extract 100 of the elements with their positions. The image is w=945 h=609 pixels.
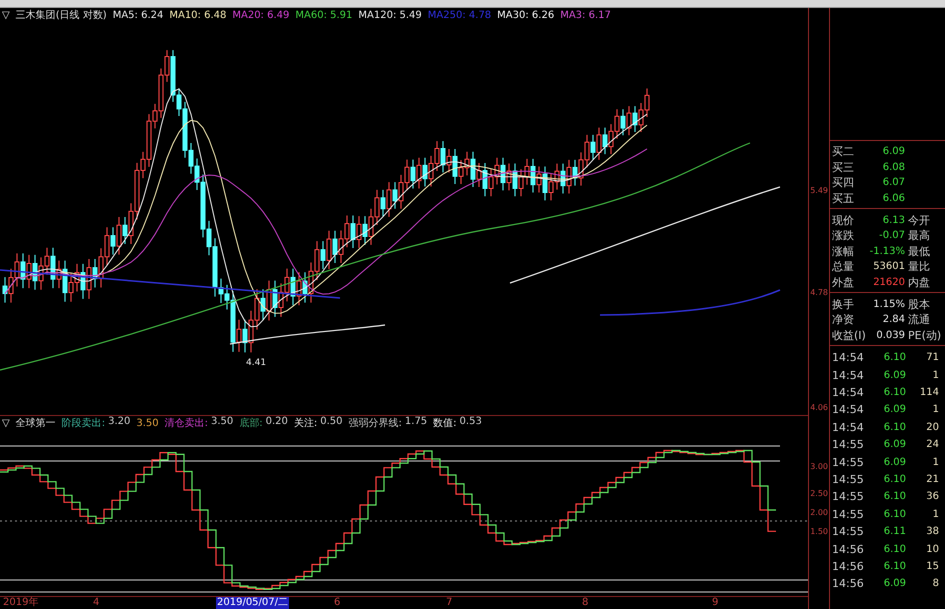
tick-time: 14:55 — [832, 525, 865, 538]
date-label: 6 — [333, 597, 342, 609]
tick-volume: 1 — [932, 404, 940, 416]
moving-average-reading: MA5: 6.24 — [112, 10, 164, 20]
indicator-value: 0.50 — [320, 416, 343, 429]
tick-volume: 1 — [932, 370, 940, 381]
quote-label: 涨幅 — [832, 244, 855, 259]
indicator-label: 数值: — [433, 417, 457, 430]
moving-average-reading: MA3: 6.17 — [560, 10, 611, 20]
tick-volume: 36 — [925, 491, 940, 502]
indicator-value: 0.20 — [266, 416, 288, 429]
quote-label: 现价 — [832, 212, 855, 228]
quote-value: -1.13% — [869, 246, 905, 257]
chart-title: 三木集团(日线 对数) — [16, 8, 107, 22]
date-label: 2019/05/07/二 — [216, 597, 290, 609]
tick-price: 6.09 — [882, 404, 906, 416]
quote-label: 最高 — [908, 228, 931, 244]
tick-time: 14:56 — [832, 560, 865, 573]
indicator-value: 0.53 — [460, 416, 482, 429]
indicator-label: 关注: — [294, 416, 318, 430]
indicator-name: 全球第一 — [16, 416, 56, 430]
quote-value: 0.039 — [875, 330, 905, 341]
tick-volume: 1 — [932, 508, 940, 520]
tick-time: 14:54 — [832, 403, 865, 416]
tick-volume: 114 — [918, 387, 940, 398]
tick-volume: 20 — [925, 422, 940, 433]
date-label: 7 — [445, 597, 454, 609]
tick-time: 14:54 — [832, 386, 865, 400]
moving-average-reading: MA10: 6.48 — [169, 10, 226, 20]
moving-average-reading: MA250: 4.78 — [428, 10, 492, 20]
quote-value: 6.07 — [882, 177, 905, 188]
quote-label: 总量 — [832, 259, 855, 274]
tick-volume: 24 — [925, 439, 940, 450]
quote-value: -0.07 — [878, 230, 905, 242]
tick-time: 14:54 — [832, 420, 865, 434]
tick-price: 6.10 — [882, 422, 906, 433]
axis-label: 4.06 — [810, 403, 828, 412]
tick-price: 6.10 — [882, 352, 906, 364]
tick-time: 14:56 — [832, 542, 865, 556]
tick-price: 6.10 — [882, 474, 906, 486]
indicator-value: 1.75 — [404, 416, 428, 429]
moving-average-reading: MA20: 6.49 — [232, 10, 290, 20]
quote-label: 买五 — [832, 191, 855, 206]
indicator-label: 清仓卖出: — [164, 416, 208, 430]
tick-time: 14:55 — [832, 438, 865, 452]
axis-label: 2.00 — [810, 508, 828, 517]
quote-label: 外盘 — [832, 275, 855, 290]
tick-price: 6.11 — [882, 526, 906, 538]
indicator-value: 3.50 — [210, 416, 234, 429]
tick-price: 6.09 — [882, 456, 906, 468]
tick-price: 6.09 — [882, 370, 906, 381]
quote-label: 买二 — [832, 144, 855, 160]
tick-price: 6.10 — [882, 508, 906, 520]
collapse-toggle[interactable]: ▽ — [2, 10, 10, 20]
moving-average-reading: MA30: 6.26 — [497, 10, 554, 20]
tick-price: 6.10 — [882, 544, 906, 555]
quote-label: 今开 — [908, 212, 931, 228]
tick-volume: 10 — [925, 544, 940, 555]
tick-price: 6.10 — [882, 491, 906, 502]
tick-volume: 21 — [925, 474, 940, 486]
quote-label: PE(动) — [908, 328, 942, 343]
quote-label: 股本 — [908, 296, 931, 312]
quote-label: 量比 — [908, 259, 931, 274]
moving-average-reading: MA60: 5.91 — [295, 10, 352, 20]
tick-volume: 8 — [932, 578, 940, 590]
date-label: 2019年 — [2, 597, 40, 609]
quote-label: 换手 — [832, 296, 855, 312]
tick-time: 14:54 — [832, 351, 865, 364]
moving-average-reading: MA120: 5.49 — [358, 10, 422, 20]
price-label: 4.41 — [246, 358, 266, 368]
quote-label: 净资 — [832, 312, 855, 328]
axis-label: 3.00 — [810, 462, 828, 471]
tick-volume: 38 — [925, 526, 940, 538]
axis-label: 5.49 — [810, 186, 828, 195]
quote-value: 53601 — [872, 261, 905, 272]
quote-label: 收益(I) — [832, 328, 866, 343]
date-label: 4 — [92, 597, 100, 609]
tick-time: 14:56 — [832, 577, 865, 590]
quote-label: 内盘 — [908, 275, 931, 290]
indicator-label: 阶段卖出: — [62, 416, 106, 430]
quote-value: 6.08 — [882, 162, 905, 173]
indicator-value: 3.50 — [136, 418, 159, 428]
quote-label: 最低 — [908, 244, 931, 259]
tick-price: 6.10 — [882, 387, 906, 398]
indicator-label: 底部: — [239, 416, 263, 430]
tick-time: 14:55 — [832, 508, 865, 521]
quote-value: 6.13 — [882, 214, 905, 226]
tick-time: 14:55 — [832, 490, 865, 504]
date-label: 9 — [711, 597, 720, 609]
quote-value: 6.09 — [882, 146, 905, 158]
tick-price: 6.09 — [882, 578, 906, 590]
date-label: 8 — [581, 597, 590, 609]
quote-value: 1.15% — [872, 298, 905, 310]
tick-price: 6.10 — [882, 561, 906, 572]
collapse-toggle[interactable]: ▽ — [2, 418, 10, 428]
quote-value: 2.84 — [882, 314, 905, 326]
tick-time: 14:55 — [832, 473, 865, 486]
axis-label: 4.78 — [810, 288, 828, 297]
quote-label: 涨跌 — [832, 228, 855, 244]
quote-label: 流通 — [908, 312, 931, 328]
